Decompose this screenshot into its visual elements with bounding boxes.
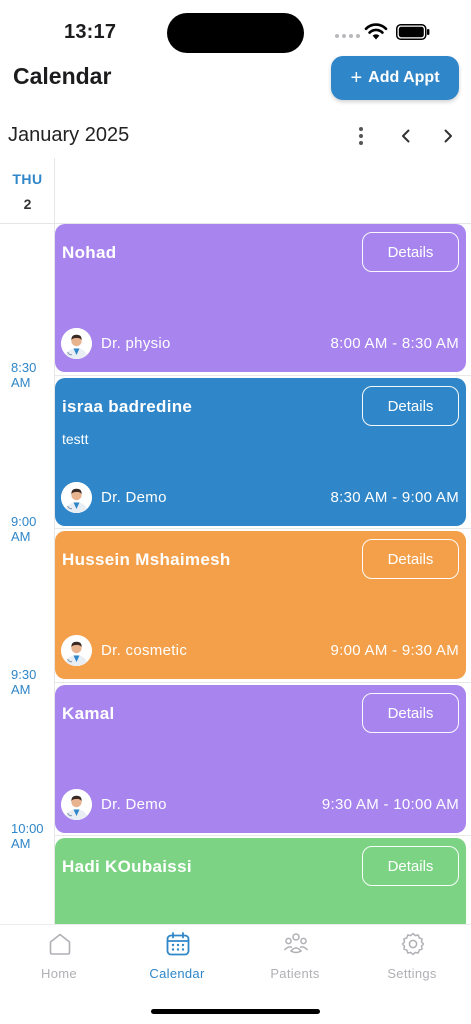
appointment-card[interactable]: Hadi KOubaissi Details	[55, 838, 466, 938]
appointment-card[interactable]: israa badredine testt Details Dr. Demo 8…	[55, 378, 466, 526]
page-title: Calendar	[13, 63, 112, 89]
doctor-avatar	[61, 328, 92, 359]
plus-icon: +	[350, 67, 363, 89]
home-indicator	[151, 1009, 320, 1014]
day-number: 2	[23, 196, 32, 212]
appointment-note: testt	[62, 431, 89, 447]
appointment-time: 9:30 AM - 10:00 AM	[321, 796, 459, 813]
add-appointment-button[interactable]: + Add Appt	[331, 56, 459, 100]
appointment-doctor: Dr. physio	[101, 335, 171, 352]
tab-home-label: Home	[41, 966, 77, 981]
appointment-time: 8:00 AM - 8:30 AM	[330, 335, 459, 352]
calendar-icon	[166, 932, 190, 956]
tab-settings[interactable]: Settings	[353, 925, 471, 985]
more-options-icon[interactable]	[351, 124, 371, 148]
day-name: THU	[12, 171, 43, 187]
hour-gridline	[55, 835, 471, 836]
appointment-doctor: Dr. cosmetic	[101, 642, 188, 659]
time-label: 9:00 AM	[11, 514, 37, 544]
day-header: THU 2	[0, 158, 55, 224]
details-button[interactable]: Details	[362, 232, 459, 272]
time-label: 8:30 AM	[11, 360, 37, 390]
appointment-card[interactable]: Hussein Mshaimesh Details Dr. cosmetic 9…	[55, 531, 466, 679]
details-button[interactable]: Details	[362, 386, 459, 426]
tab-calendar[interactable]: Calendar	[118, 925, 236, 985]
tab-home[interactable]: Home	[0, 925, 118, 985]
appointment-doctor: Dr. Demo	[101, 796, 167, 813]
doctor-avatar	[61, 482, 92, 513]
details-button[interactable]: Details	[362, 693, 459, 733]
status-bar: 13:17	[0, 0, 471, 64]
details-button[interactable]: Details	[362, 539, 459, 579]
details-button[interactable]: Details	[362, 846, 459, 886]
dynamic-island	[167, 13, 304, 53]
time-label: 10:00 AM	[11, 821, 44, 851]
hour-gridline	[55, 375, 471, 376]
chevron-right-icon[interactable]	[438, 126, 458, 146]
cellular-signal-icon	[335, 34, 360, 38]
status-time: 13:17	[64, 21, 117, 43]
wifi-icon	[364, 23, 388, 40]
appointment-card[interactable]: Nohad Details Dr. physio 8:00 AM - 8:30 …	[55, 224, 466, 372]
appointment-patient-name: israa badredine	[62, 397, 193, 416]
appointment-card[interactable]: Kamal Details Dr. Demo 9:30 AM - 10:00 A…	[55, 685, 466, 833]
tab-settings-label: Settings	[387, 966, 437, 981]
appointment-doctor: Dr. Demo	[101, 489, 167, 506]
appointment-patient-name: Nohad	[62, 243, 117, 262]
doctor-avatar	[61, 789, 92, 820]
home-icon	[49, 933, 71, 955]
time-label: 9:30 AM	[11, 667, 37, 697]
tab-patients[interactable]: Patients	[236, 925, 354, 985]
month-label: January 2025	[8, 124, 130, 146]
chevron-left-icon[interactable]	[396, 126, 416, 146]
hour-gridline	[55, 528, 471, 529]
patients-icon	[283, 933, 309, 954]
hour-gridline	[55, 682, 471, 683]
tab-patients-label: Patients	[270, 966, 320, 981]
battery-icon	[396, 24, 430, 40]
doctor-avatar	[61, 635, 92, 666]
appointment-patient-name: Hadi KOubaissi	[62, 857, 192, 876]
gear-icon	[401, 932, 425, 956]
tab-calendar-label: Calendar	[149, 966, 205, 981]
appointment-time: 8:30 AM - 9:00 AM	[330, 489, 459, 506]
appointment-patient-name: Kamal	[62, 704, 115, 723]
appointment-time: 9:00 AM - 9:30 AM	[330, 642, 459, 659]
add-appointment-label: Add Appt	[368, 69, 440, 86]
appointment-patient-name: Hussein Mshaimesh	[62, 550, 231, 569]
